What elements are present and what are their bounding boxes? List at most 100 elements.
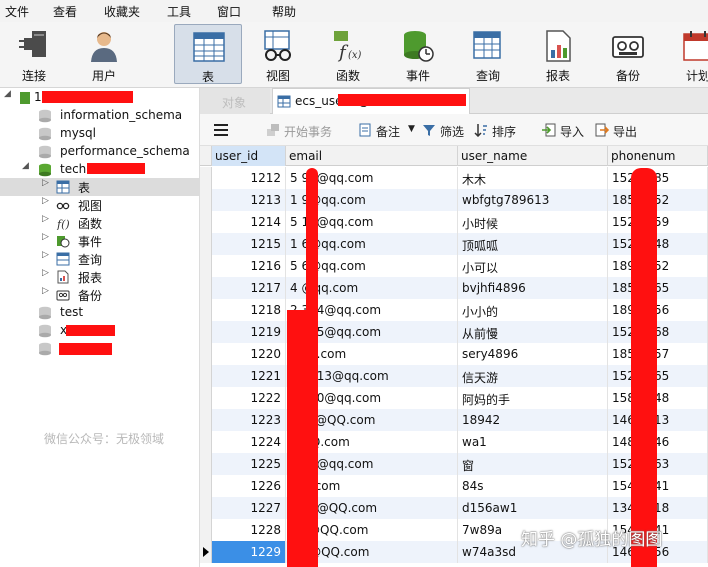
tree-db-information-schema[interactable]: information_schema bbox=[38, 107, 200, 125]
tab-objects[interactable]: 对象 bbox=[200, 88, 270, 114]
row-header[interactable] bbox=[200, 167, 212, 189]
cell-phonenum[interactable]: 152 8659 bbox=[608, 211, 708, 233]
report-button[interactable]: 报表 bbox=[526, 24, 590, 84]
row-header[interactable] bbox=[200, 519, 212, 541]
expand-arrow-icon[interactable]: ▷ bbox=[42, 232, 52, 242]
cell-user-name[interactable]: 18942 bbox=[458, 409, 608, 431]
cell-phonenum[interactable]: 146 4313 bbox=[608, 409, 708, 431]
tree-db-performance-schema[interactable]: performance_schema bbox=[38, 143, 200, 161]
cell-user-name[interactable]: 小时候 bbox=[458, 211, 608, 233]
backup-button[interactable]: 备份 bbox=[596, 24, 660, 84]
cell-phonenum[interactable]: 152 5965 bbox=[608, 365, 708, 387]
cell-user-name[interactable]: sery4896 bbox=[458, 343, 608, 365]
row-header[interactable] bbox=[200, 189, 212, 211]
cell-user-id[interactable]: 1218 bbox=[212, 299, 286, 321]
tree-item-tables[interactable]: ▷ 表 bbox=[0, 178, 199, 196]
cell-user-name[interactable]: 阿妈的手 bbox=[458, 387, 608, 409]
cell-phonenum[interactable]: 185 4552 bbox=[608, 189, 708, 211]
tree-item-views[interactable]: ▷ 视图 bbox=[0, 196, 199, 214]
cell-phonenum[interactable]: 148 4646 bbox=[608, 431, 708, 453]
collapse-arrow-icon[interactable]: ◢ bbox=[22, 161, 32, 171]
cell-user-id[interactable]: 1213 bbox=[212, 189, 286, 211]
cell-user-name[interactable]: wa1 bbox=[458, 431, 608, 453]
collapse-arrow-icon[interactable]: ◢ bbox=[4, 89, 14, 99]
cell-user-id[interactable]: 1220 bbox=[212, 343, 286, 365]
tree-db-x[interactable]: x bbox=[38, 322, 200, 340]
cell-phonenum[interactable]: 158 9548 bbox=[608, 387, 708, 409]
menu-window[interactable]: 窗口 bbox=[217, 3, 241, 20]
cell-user-name[interactable]: 木木 bbox=[458, 167, 608, 189]
cell-user-name[interactable]: wbfgtg789613 bbox=[458, 189, 608, 211]
row-header[interactable] bbox=[200, 299, 212, 321]
dropdown-arrow-icon[interactable]: ▼ bbox=[408, 124, 415, 134]
column-header-phonenum[interactable]: phonenum bbox=[608, 146, 708, 166]
tree-item-events[interactable]: ▷ 事件 bbox=[0, 232, 199, 250]
row-header[interactable] bbox=[200, 409, 212, 431]
tree-item-queries[interactable]: ▷ 查询 bbox=[0, 250, 199, 268]
table-button[interactable]: 表 bbox=[174, 24, 242, 84]
function-button[interactable]: f (x) 函数 bbox=[316, 24, 380, 84]
expand-arrow-icon[interactable]: ▷ bbox=[42, 214, 52, 224]
cell-user-id[interactable]: 1228 bbox=[212, 519, 286, 541]
cell-user-name[interactable]: 顶呱呱 bbox=[458, 233, 608, 255]
schedule-button[interactable]: 计划 bbox=[666, 24, 708, 84]
cell-user-id[interactable]: 1212 bbox=[212, 167, 286, 189]
cell-user-id[interactable]: 1222 bbox=[212, 387, 286, 409]
tree-item-functions[interactable]: ▷ f() 函数 bbox=[0, 214, 199, 232]
cell-user-id[interactable]: 1226 bbox=[212, 475, 286, 497]
cell-phonenum[interactable]: 154 3741 bbox=[608, 475, 708, 497]
cell-user-id[interactable]: 1216 bbox=[212, 255, 286, 277]
row-header[interactable] bbox=[200, 343, 212, 365]
row-header[interactable] bbox=[200, 387, 212, 409]
cell-user-id[interactable]: 1219 bbox=[212, 321, 286, 343]
expand-arrow-icon[interactable]: ▷ bbox=[42, 286, 52, 296]
cell-user-id[interactable]: 1214 bbox=[212, 211, 286, 233]
row-header[interactable] bbox=[200, 321, 212, 343]
row-header[interactable] bbox=[200, 277, 212, 299]
cell-user-name[interactable]: 窗 bbox=[458, 453, 608, 475]
expand-arrow-icon[interactable]: ▷ bbox=[42, 250, 52, 260]
cell-phonenum[interactable]: 152 8563 bbox=[608, 453, 708, 475]
cell-user-id[interactable]: 1223 bbox=[212, 409, 286, 431]
cell-user-name[interactable]: d156aw1 bbox=[458, 497, 608, 519]
cell-phonenum[interactable]: 134 5418 bbox=[608, 497, 708, 519]
cell-user-id[interactable]: 1227 bbox=[212, 497, 286, 519]
cell-user-id[interactable]: 1217 bbox=[212, 277, 286, 299]
expand-arrow-icon[interactable]: ▷ bbox=[42, 268, 52, 278]
row-header[interactable] bbox=[200, 365, 212, 387]
view-button[interactable]: 视图 bbox=[246, 24, 310, 84]
row-header[interactable] bbox=[200, 233, 212, 255]
cell-user-id[interactable]: 1229 bbox=[212, 541, 286, 563]
row-header[interactable] bbox=[200, 211, 212, 233]
cell-user-id[interactable]: 1224 bbox=[212, 431, 286, 453]
cell-phonenum[interactable]: 152 9548 bbox=[608, 233, 708, 255]
cell-phonenum[interactable]: 189 4852 bbox=[608, 255, 708, 277]
cell-user-name[interactable]: 小可以 bbox=[458, 255, 608, 277]
menu-icon[interactable] bbox=[214, 124, 228, 136]
cell-phonenum[interactable]: 152 8568 bbox=[608, 321, 708, 343]
tree-db-test[interactable]: test bbox=[38, 304, 200, 322]
column-header-email[interactable]: email bbox=[286, 146, 458, 166]
row-header[interactable] bbox=[200, 475, 212, 497]
connect-button[interactable]: 连接 bbox=[2, 24, 66, 84]
query-button[interactable]: 查询 bbox=[456, 24, 520, 84]
cell-user-id[interactable]: 1225 bbox=[212, 453, 286, 475]
cell-user-name[interactable]: bvjhfi4896 bbox=[458, 277, 608, 299]
column-header-user-id[interactable]: user_id bbox=[212, 146, 286, 166]
cell-user-id[interactable]: 1221 bbox=[212, 365, 286, 387]
menu-view[interactable]: 查看 bbox=[53, 3, 77, 20]
row-header[interactable] bbox=[200, 255, 212, 277]
expand-arrow-icon[interactable]: ▷ bbox=[42, 196, 52, 206]
cell-user-name[interactable]: 从前慢 bbox=[458, 321, 608, 343]
tree-item-backups[interactable]: ▷ 备份 bbox=[0, 286, 199, 304]
row-header[interactable] bbox=[200, 497, 212, 519]
cell-user-name[interactable]: 小小的 bbox=[458, 299, 608, 321]
cell-phonenum[interactable]: 189 5956 bbox=[608, 299, 708, 321]
cell-phonenum[interactable]: 152 5985 bbox=[608, 167, 708, 189]
cell-user-id[interactable]: 1215 bbox=[212, 233, 286, 255]
cell-phonenum[interactable]: 185 9557 bbox=[608, 343, 708, 365]
row-header[interactable] bbox=[200, 431, 212, 453]
menu-favorites[interactable]: 收藏夹 bbox=[104, 3, 140, 20]
tree-item-reports[interactable]: ▷ 报表 bbox=[0, 268, 199, 286]
tree-db-mysql[interactable]: mysql bbox=[38, 125, 200, 143]
